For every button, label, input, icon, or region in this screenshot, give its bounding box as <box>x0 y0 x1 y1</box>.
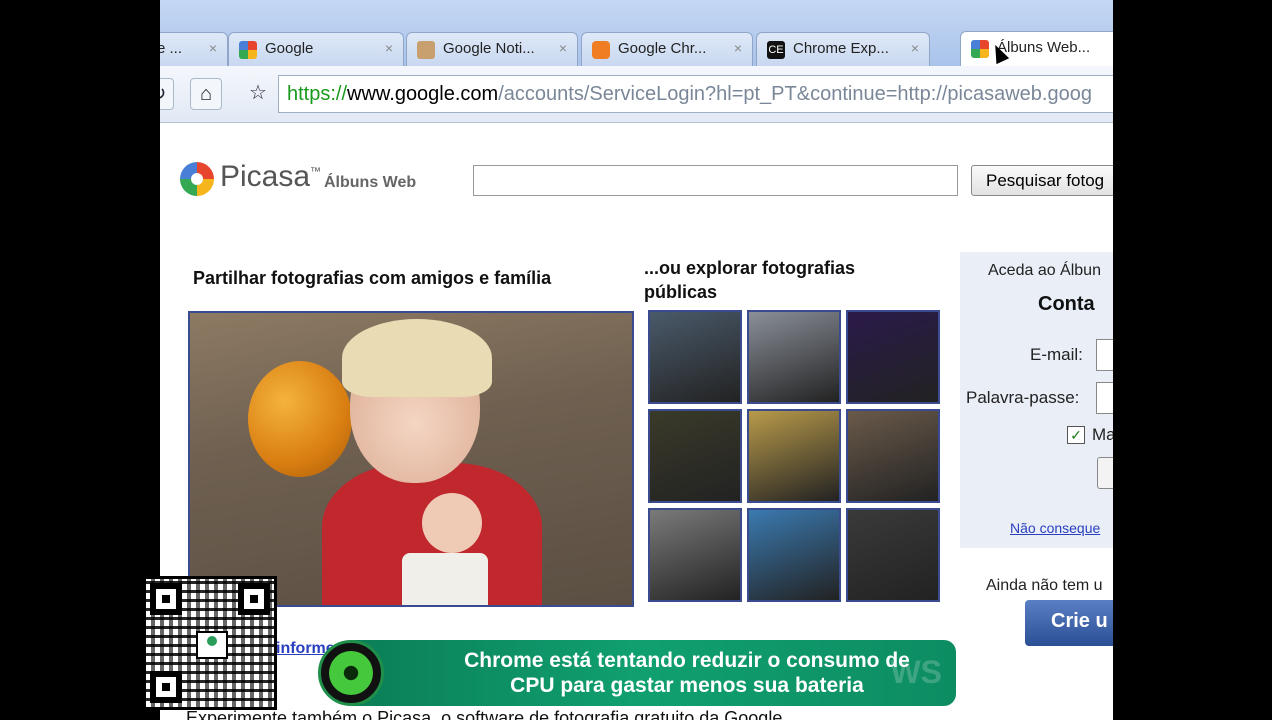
public-photo-grid <box>648 310 946 608</box>
tab-label: Google <box>265 40 314 57</box>
search-input[interactable] <box>473 165 958 196</box>
sign-in-button[interactable] <box>1097 457 1113 489</box>
search-photos-button[interactable]: Pesquisar fotog <box>971 165 1113 196</box>
qr-code <box>143 576 277 710</box>
create-account-button[interactable]: Crie u <box>1025 600 1113 646</box>
public-photo-thumbnail[interactable] <box>846 409 940 503</box>
public-photo-thumbnail[interactable] <box>747 409 841 503</box>
no-account-text: Ainda não tem u <box>986 577 1103 594</box>
public-photo-thumbnail[interactable] <box>747 508 841 602</box>
public-photo-thumbnail[interactable] <box>648 508 742 602</box>
logo-text: Picasa™ <box>220 160 322 193</box>
url-path: /accounts/ServiceLogin?hl=pt_PT&continue… <box>498 83 1092 105</box>
qr-finder <box>238 583 270 615</box>
share-heading: Partilhar fotografias com amigos e famíl… <box>193 268 552 288</box>
ce-icon: CE <box>767 41 785 59</box>
public-photo-thumbnail[interactable] <box>846 508 940 602</box>
google-icon <box>239 41 257 59</box>
qr-finder <box>150 583 182 615</box>
remember-checkbox[interactable]: ✓ <box>1067 426 1085 444</box>
tab-google-chrome[interactable]: Google Chr... × <box>581 32 753 66</box>
child-hair <box>342 319 492 397</box>
close-icon[interactable]: × <box>734 40 742 56</box>
blogger-icon <box>592 41 610 59</box>
cant-access-link[interactable]: Não conseque <box>1010 520 1100 536</box>
remember-label: Ma <box>1092 425 1113 444</box>
tab-albuns-web[interactable]: Álbuns Web... <box>960 31 1113 67</box>
tab-label: Chrome Exp... <box>793 40 889 57</box>
email-field[interactable] <box>1096 339 1113 371</box>
child-hands <box>422 493 482 553</box>
tab-strip: e ... × Google × Google Noti... × Google… <box>160 0 1113 67</box>
qr-logo-icon <box>196 631 228 659</box>
banner-text: Chrome está tentando reduzir o consumo d… <box>464 649 910 697</box>
browser-window: e ... × Google × Google Noti... × Google… <box>160 0 1113 720</box>
password-label: Palavra-passe: <box>966 388 1080 407</box>
logo-subtitle: Álbuns Web <box>324 174 417 191</box>
url-scheme: https:// <box>287 83 348 105</box>
public-photo-thumbnail[interactable] <box>846 310 940 404</box>
close-icon[interactable]: × <box>385 40 393 56</box>
email-label: E-mail: <box>1030 345 1083 364</box>
public-photo-thumbnail[interactable] <box>648 409 742 503</box>
tab-google-news[interactable]: Google Noti... × <box>406 32 578 66</box>
public-photo-thumbnail[interactable] <box>747 310 841 404</box>
public-photo-thumbnail[interactable] <box>648 310 742 404</box>
hero-photo[interactable] <box>188 311 634 607</box>
tab-label: Google Chr... <box>618 40 707 57</box>
picasa-pinwheel-icon <box>180 162 214 196</box>
login-prompt: Aceda ao Álbun <box>988 262 1101 279</box>
tab-label: Álbuns Web... <box>997 39 1091 56</box>
address-bar[interactable]: https://www.google.com/accounts/ServiceL… <box>278 75 1113 113</box>
tab-label: e ... <box>160 40 183 57</box>
password-field[interactable] <box>1096 382 1113 414</box>
close-icon[interactable]: × <box>559 40 567 56</box>
google-icon <box>971 40 989 58</box>
toolbar: ↻ ⌂ ☆ https://www.google.com/accounts/Se… <box>160 66 1113 123</box>
tab-google[interactable]: Google × <box>228 32 404 66</box>
pumpkin <box>248 361 352 477</box>
home-icon[interactable]: ⌂ <box>190 78 222 110</box>
url-host: www.google.com <box>347 83 499 105</box>
qr-finder <box>150 671 182 703</box>
shirt-patch <box>402 553 488 605</box>
tab-label: Google Noti... <box>443 40 535 57</box>
tab-chrome-experiments[interactable]: CE Chrome Exp... × <box>756 32 930 66</box>
close-icon[interactable]: × <box>911 40 919 56</box>
tab-1[interactable]: e ... × <box>160 32 228 66</box>
close-icon[interactable]: × <box>209 40 217 56</box>
eye-logo-icon <box>318 640 384 706</box>
star-icon[interactable]: ☆ <box>242 78 274 110</box>
news-banner: Chrome está tentando reduzir o consumo d… <box>322 640 956 706</box>
login-account-title: Conta <box>1038 293 1095 315</box>
watermark: WS <box>890 654 942 690</box>
refresh-icon[interactable]: ↻ <box>160 78 174 110</box>
explore-heading: ...ou explorar fotografias públicas <box>644 258 856 302</box>
google-news-icon <box>417 41 435 59</box>
